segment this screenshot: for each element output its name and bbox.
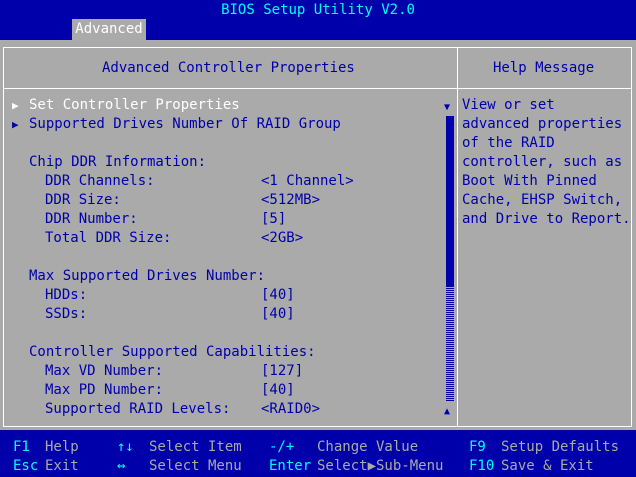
key-up-down-arrows: ↑↓ (117, 439, 134, 455)
setting-value: [40] (261, 287, 295, 303)
horizontal-divider (3, 88, 632, 89)
help-text-line: advanced properties (462, 116, 623, 132)
help-text-line: of the RAID (462, 135, 555, 151)
submenu-arrow-icon: ▶ (12, 99, 19, 112)
menu-item-supported-drives-number[interactable]: Supported Drives Number Of RAID Group (29, 115, 341, 134)
key-desc-change-value: Change Value (317, 439, 419, 455)
setting-label: Total DDR Size: (45, 230, 172, 246)
setting-label: DDR Number: (45, 211, 138, 227)
bios-title: BIOS Setup Utility V2.0 (221, 2, 415, 18)
setting-value: [5] (261, 211, 287, 227)
key-left-right-arrows: ↔ (117, 458, 126, 474)
tab-advanced[interactable]: Advanced (72, 19, 146, 40)
scroll-up-arrow-icon[interactable]: ▲ (444, 402, 450, 421)
scrollbar[interactable] (446, 116, 454, 402)
section-heading: Max Supported Drives Number: (29, 268, 266, 284)
setting-value[interactable]: <2GB> (261, 229, 303, 248)
help-text-line: controller, such as (462, 154, 623, 170)
help-title: Help Message (493, 60, 595, 76)
page-title: Advanced Controller Properties (102, 60, 355, 76)
scrollbar-thumb[interactable] (446, 116, 454, 286)
section-heading: Controller Supported Capabilities: (29, 344, 316, 360)
key-desc-exit: Exit (45, 458, 79, 474)
help-text-line: View or set (462, 97, 555, 113)
setting-label: Max VD Number: (45, 363, 164, 379)
setting-value[interactable]: <512MB> (261, 191, 320, 210)
key-minus-plus: -/+ (269, 439, 295, 455)
setting-value[interactable]: <RAID0> (261, 400, 320, 419)
key-desc-select-submenu: Select▶Sub-Menu (317, 458, 444, 474)
setting-label: HDDs: (45, 287, 88, 303)
key-f1: F1 (13, 439, 30, 455)
setting-label: DDR Channels: (45, 173, 155, 189)
key-desc-setup-defaults: Setup Defaults (501, 439, 620, 455)
submenu-arrow-icon: ▶ (12, 118, 19, 131)
section-heading: Chip DDR Information: (29, 154, 207, 170)
key-f10: F10 (469, 458, 495, 474)
setting-label: Supported RAID Levels: (45, 401, 231, 417)
menu-item-set-controller-properties[interactable]: Set Controller Properties (29, 96, 240, 115)
key-desc-save-exit: Save & Exit (501, 458, 594, 474)
key-f9: F9 (469, 439, 486, 455)
setting-label: DDR Size: (45, 192, 121, 208)
help-text-line: Cache, EHSP Switch, (462, 192, 623, 208)
key-desc-select-menu: Select Menu (149, 458, 242, 474)
setting-label: Max PD Number: (45, 382, 164, 398)
setting-value: [40] (261, 306, 295, 322)
setting-value: [127] (261, 363, 304, 379)
vertical-divider (457, 47, 458, 427)
setting-value[interactable]: <1 Channel> (261, 172, 354, 191)
setting-value: [40] (261, 382, 295, 398)
scroll-down-arrow-icon[interactable]: ▼ (444, 98, 450, 117)
setting-label: SSDs: (45, 306, 88, 322)
scrollbar-track[interactable] (446, 286, 454, 402)
key-desc-select-item: Select Item (149, 439, 242, 455)
help-text-line: Boot With Pinned (462, 173, 597, 189)
help-text-line: and Drive to Report. (462, 211, 631, 227)
key-desc-help: Help (45, 439, 79, 455)
key-esc: Esc (13, 458, 39, 474)
key-enter: Enter (269, 458, 312, 474)
